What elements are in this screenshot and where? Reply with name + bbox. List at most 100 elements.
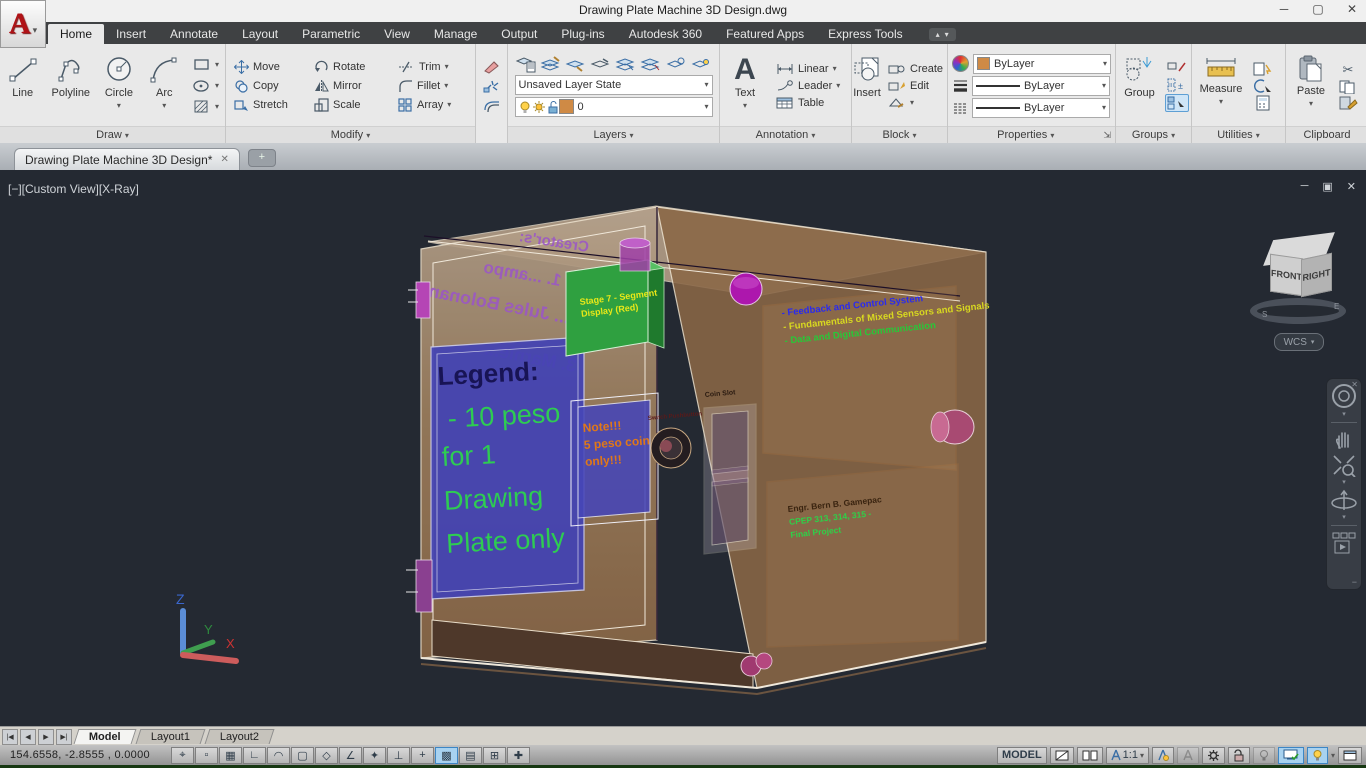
line-button[interactable]: Line xyxy=(0,49,45,123)
group-selection-toggle[interactable] xyxy=(1165,94,1189,112)
annotation-scale-button[interactable]: 1:1 ▾ xyxy=(1106,747,1149,764)
wcs-menu[interactable]: WCS ▾ xyxy=(1274,333,1324,351)
toggle-snap-angle[interactable]: ∠ xyxy=(339,747,362,764)
ribbon-tab-featured-apps[interactable]: Featured Apps xyxy=(714,24,816,44)
ribbon-tab-manage[interactable]: Manage xyxy=(422,24,489,44)
trim-button[interactable]: Trim▾ xyxy=(394,58,453,76)
hatch-button[interactable]: ▾ xyxy=(189,97,223,117)
toggle-object-snap[interactable]: ▢ xyxy=(291,747,314,764)
tab-model[interactable]: Model xyxy=(74,729,137,744)
panel-label-annotation[interactable]: Annotation ▾ xyxy=(720,126,851,143)
layer-properties-button[interactable] xyxy=(515,55,537,73)
polyline-button[interactable]: Polyline xyxy=(45,49,96,123)
zoom-icon[interactable] xyxy=(1331,453,1357,477)
panel-label-groups[interactable]: Groups ▾ xyxy=(1116,126,1191,143)
insert-block-button[interactable]: Insert xyxy=(852,49,882,123)
next-layout-button[interactable]: ▶ xyxy=(38,729,54,745)
hardware-lamp-button[interactable] xyxy=(1307,747,1328,764)
ribbon-collapse-button[interactable]: ▴ ▾ xyxy=(929,28,956,41)
panel-label-modify[interactable]: Modify ▾ xyxy=(226,126,475,143)
scale-button[interactable]: Scale xyxy=(310,96,394,114)
arc-button[interactable]: Arc ▾ xyxy=(142,49,187,123)
close-button[interactable]: ✕ xyxy=(1344,2,1360,16)
toggle-3d-object-snap[interactable]: ✦ xyxy=(363,747,386,764)
array-button[interactable]: Array▾ xyxy=(394,96,455,114)
rectangle-button[interactable]: ▾ xyxy=(189,55,223,75)
erase-button[interactable] xyxy=(482,58,502,74)
quick-select-button[interactable] xyxy=(1252,61,1274,77)
edit-attributes-button[interactable]: ▾ xyxy=(884,95,947,111)
close-tab-icon[interactable]: ✕ xyxy=(220,154,228,165)
panel-label-draw[interactable]: Draw ▾ xyxy=(0,126,225,143)
viewport-controls[interactable]: [−][Custom View][X-Ray] xyxy=(8,182,139,196)
toggle-polar-tracking[interactable]: ◠ xyxy=(267,747,290,764)
create-block-button[interactable]: Create xyxy=(884,61,947,77)
tab-layout1[interactable]: Layout1 xyxy=(135,729,205,744)
ribbon-tab-autodesk360[interactable]: Autodesk 360 xyxy=(617,24,714,44)
viewport-close-icon[interactable]: ✕ xyxy=(1347,180,1356,193)
linear-dimension-button[interactable]: Linear▾ xyxy=(772,61,844,77)
new-tab-button[interactable]: + xyxy=(248,149,276,167)
graphics-performance-button[interactable] xyxy=(1278,747,1304,764)
isolate-objects-button[interactable] xyxy=(1253,747,1275,764)
first-layout-button[interactable]: |◀ xyxy=(2,729,18,745)
group-button[interactable]: Group xyxy=(1116,49,1163,123)
panel-label-utilities[interactable]: Utilities ▾ xyxy=(1192,126,1285,143)
ribbon-tab-annotate[interactable]: Annotate xyxy=(158,24,230,44)
layer-on-button[interactable] xyxy=(690,55,712,73)
ribbon-tab-express-tools[interactable]: Express Tools xyxy=(816,24,914,44)
drawing-canvas[interactable]: Creator's: 1. ...ampo 2. A... Jules Bolo… xyxy=(0,170,1366,726)
panel-launcher-icon[interactable]: ⇲ xyxy=(1103,127,1111,143)
layer-lock-button[interactable] xyxy=(665,55,687,73)
application-menu-button[interactable]: A ▾ xyxy=(0,0,46,48)
copy-button[interactable]: Copy xyxy=(230,77,310,95)
toggle-grid-display[interactable]: ▦ xyxy=(219,747,242,764)
copy-clip-button[interactable] xyxy=(1338,79,1358,94)
explode-button[interactable] xyxy=(482,78,502,94)
pan-icon[interactable] xyxy=(1332,428,1356,450)
toggle-object-snap-tracking[interactable]: ◇ xyxy=(315,747,338,764)
cut-button[interactable]: ✂ xyxy=(1338,62,1358,78)
offset-button[interactable] xyxy=(482,98,502,114)
viewcube-right-face[interactable]: RIGHT xyxy=(1301,253,1332,298)
viewport-layout-button[interactable] xyxy=(1077,747,1103,764)
move-button[interactable]: Move xyxy=(230,58,310,76)
lock-ui-button[interactable] xyxy=(1228,747,1250,764)
viewcube-front-face[interactable]: FRONT xyxy=(1270,254,1303,297)
toggle-annotation-monitor[interactable]: ✚ xyxy=(507,747,530,764)
text-button[interactable]: A Text ▾ xyxy=(720,49,770,123)
ribbon-tab-home[interactable]: Home xyxy=(48,24,104,44)
file-tab-active[interactable]: Drawing Plate Machine 3D Design* ✕ xyxy=(14,148,240,170)
toggle-dynamic-ucs[interactable]: ⊥ xyxy=(387,747,410,764)
paste-special-button[interactable] xyxy=(1338,95,1358,110)
viewport-restore-icon[interactable]: ▣ xyxy=(1322,180,1332,193)
ribbon-tab-insert[interactable]: Insert xyxy=(104,24,158,44)
ungroup-button[interactable] xyxy=(1165,60,1189,76)
panel-label-properties[interactable]: Properties ▾ ⇲ xyxy=(948,126,1115,143)
measure-button[interactable]: Measure ▾ xyxy=(1192,49,1250,123)
autoscale-button[interactable] xyxy=(1177,747,1199,764)
layer-off-button[interactable] xyxy=(640,55,662,73)
layer-isolate-button[interactable] xyxy=(565,55,587,73)
group-edit-button[interactable]: ± xyxy=(1165,77,1189,93)
toggle-ortho-mode[interactable]: ∟ xyxy=(243,747,266,764)
toggle-infer-constraints[interactable]: ⌖ xyxy=(171,747,194,764)
panel-label-layers[interactable]: Layers ▾ xyxy=(508,126,719,143)
showmotion-icon[interactable] xyxy=(1331,531,1357,555)
annotation-visibility-button[interactable] xyxy=(1152,747,1174,764)
object-color-dropdown[interactable]: ByLayer ▾ xyxy=(973,54,1111,74)
navbar-customize-icon[interactable]: − xyxy=(1352,577,1357,587)
ribbon-tab-output[interactable]: Output xyxy=(489,24,549,44)
layer-unisolate-button[interactable] xyxy=(590,55,612,73)
ribbon-tab-parametric[interactable]: Parametric xyxy=(290,24,372,44)
ellipse-button[interactable]: ▾ xyxy=(189,76,223,96)
match-layer-button[interactable] xyxy=(540,55,562,73)
maximize-button[interactable]: ▢ xyxy=(1310,2,1326,16)
toggle-transparency[interactable]: ▩ xyxy=(435,747,458,764)
rotate-button[interactable]: Rotate xyxy=(310,58,394,76)
toggle-quick-properties[interactable]: ▤ xyxy=(459,747,482,764)
toggle-snap-mode[interactable]: ▫ xyxy=(195,747,218,764)
chevron-down-icon[interactable]: ▾ xyxy=(1342,412,1346,417)
viewport-minimize-button[interactable] xyxy=(1050,747,1074,764)
chevron-down-icon[interactable]: ▾ xyxy=(1342,480,1346,485)
